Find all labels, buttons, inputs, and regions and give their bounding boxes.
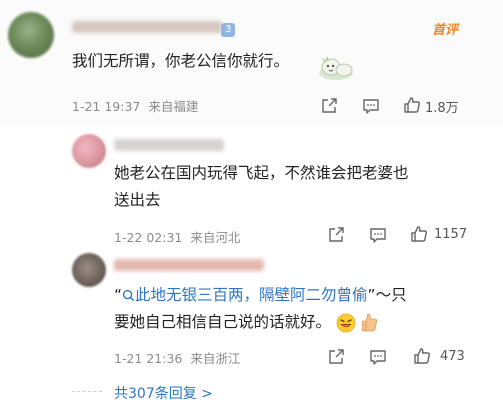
comment-icon[interactable] <box>369 226 387 244</box>
view-replies-link[interactable]: 共307条回复 > <box>114 383 213 403</box>
comment-text-line-1: 她老公在国内玩得飞起，不然谁会把老婆也 <box>114 164 409 182</box>
comment-text: 要她自己相信自己说的话就好。 <box>114 313 332 331</box>
quote-close: ”～只 <box>367 286 407 304</box>
comment-meta: 1-22 02:31 来自河北 <box>114 227 240 246</box>
search-icon <box>122 289 135 302</box>
like-icon[interactable] <box>413 347 431 365</box>
thumbs-up-emoji-icon <box>361 313 377 331</box>
timestamp: 1-22 02:31 <box>114 230 183 245</box>
location: 来自河北 <box>190 230 241 245</box>
location: 来自福建 <box>148 99 199 114</box>
divider <box>72 391 102 392</box>
timestamp: 1-21 19:37 <box>72 99 141 114</box>
comment-icon[interactable] <box>362 97 380 115</box>
comment-text-line-2: 要她自己相信自己说的话就好。 <box>114 309 379 336</box>
like-count: 1157 <box>434 227 468 242</box>
sticker-icon <box>319 56 353 80</box>
timestamp: 1-21 21:36 <box>114 351 183 366</box>
share-icon[interactable] <box>327 226 345 244</box>
comment-meta: 1-21 21:36 来自浙江 <box>114 348 240 367</box>
comment-meta: 1-21 19:37 来自福建 <box>72 96 198 115</box>
like-count: 473 <box>440 349 465 364</box>
avatar[interactable] <box>8 12 54 58</box>
top-review-tag: 首评 <box>432 23 459 38</box>
username-blurred[interactable] <box>72 21 222 33</box>
comment-text-line-2: 送出去 <box>114 191 161 209</box>
username-blurred[interactable] <box>114 139 224 151</box>
avatar[interactable] <box>72 134 106 168</box>
location: 来自浙江 <box>190 351 241 366</box>
avatar[interactable] <box>72 253 106 287</box>
username-blurred[interactable] <box>114 259 264 271</box>
search-link[interactable]: 此地无银三百两，隔壁阿二勿曾偷 <box>122 286 368 304</box>
user-level-badge: 3 <box>221 23 236 37</box>
comment-text-line-1: “ 此地无银三百两，隔壁阿二勿曾偷”～只 <box>114 282 407 309</box>
share-icon[interactable] <box>320 97 338 115</box>
laugh-emoji-icon <box>336 313 356 332</box>
quote-open: “ <box>114 286 123 304</box>
comment-icon[interactable] <box>369 348 387 366</box>
share-icon[interactable] <box>327 348 345 366</box>
like-icon[interactable] <box>410 225 428 243</box>
like-icon[interactable] <box>403 96 421 114</box>
comment-text: 我们无所谓，你老公信你就行。 <box>72 52 290 70</box>
like-count: 1.8万 <box>425 101 459 116</box>
search-link-text: 此地无银三百两，隔壁阿二勿曾偷 <box>135 286 368 304</box>
